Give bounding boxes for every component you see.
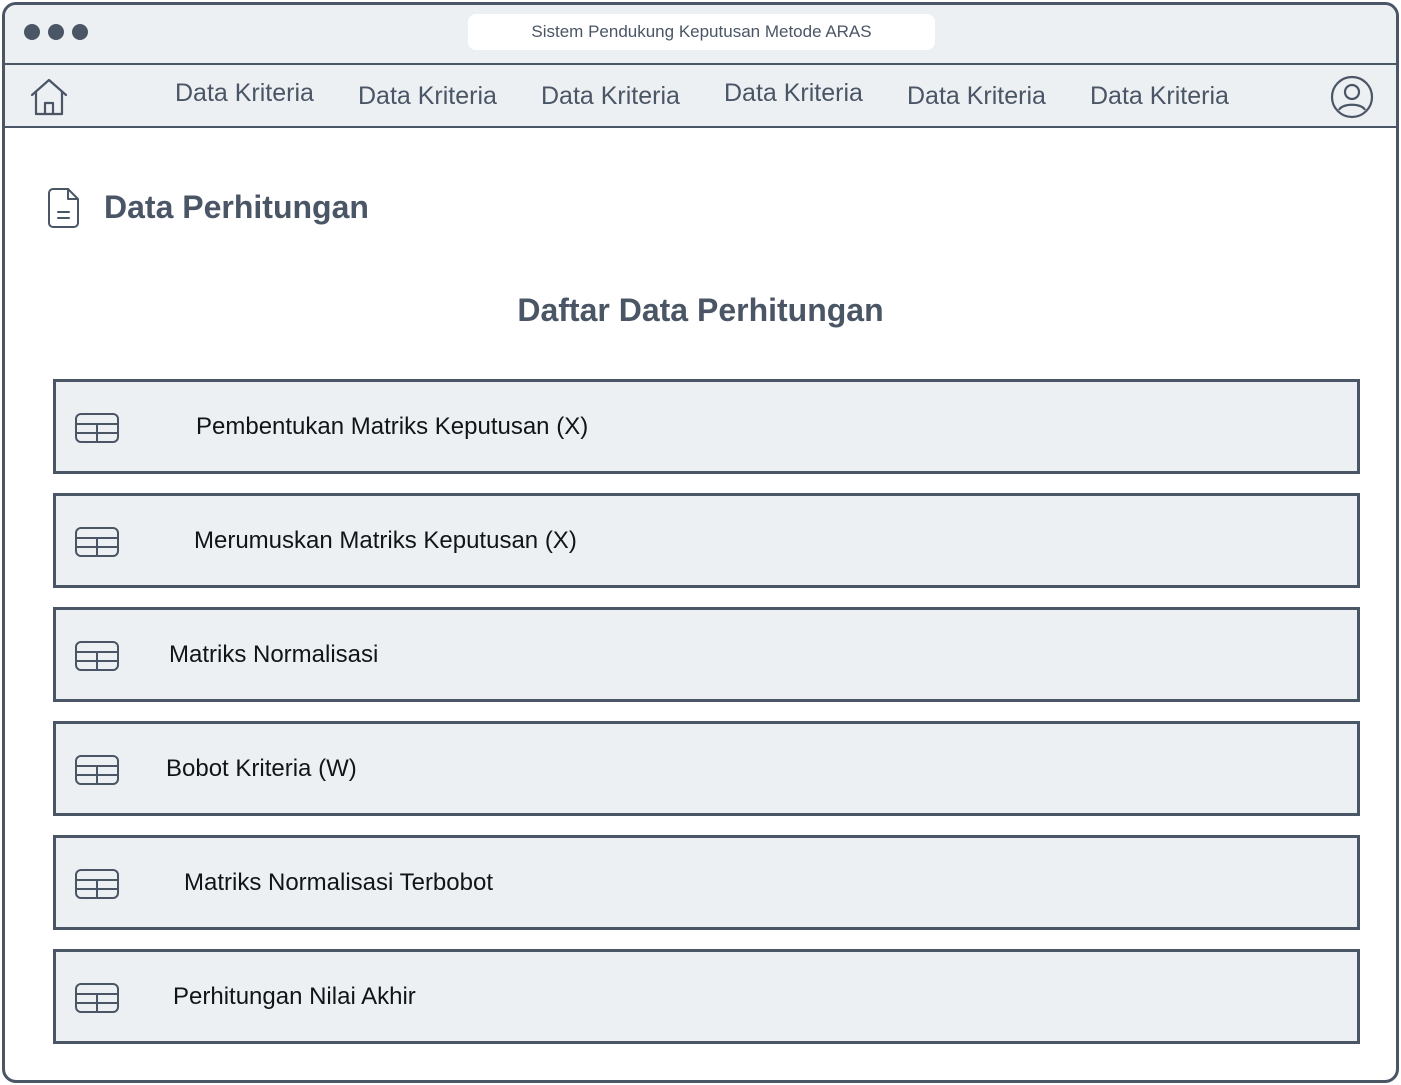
list-item-bobot-kriteria[interactable]: Bobot Kriteria (W) [53, 721, 1360, 816]
window-control-close[interactable] [24, 24, 40, 40]
nav-item-data-kriteria-5[interactable]: Data Kriteria [907, 65, 1046, 128]
table-icon [74, 868, 120, 900]
table-icon [74, 526, 120, 558]
nav-item-data-kriteria-6[interactable]: Data Kriteria [1090, 65, 1229, 128]
table-icon [74, 982, 120, 1014]
address-bar[interactable]: Sistem Pendukung Keputusan Metode ARAS [468, 14, 935, 50]
table-icon [74, 412, 120, 444]
nav-item-data-kriteria-1[interactable]: Data Kriteria [175, 62, 314, 125]
list-item-perhitungan-nilai-akhir[interactable]: Perhitungan Nilai Akhir [53, 949, 1360, 1044]
document-icon [47, 187, 81, 229]
list-item-matriks-normalisasi[interactable]: Matriks Normalisasi [53, 607, 1360, 702]
list-item-label: Perhitungan Nilai Akhir [173, 983, 416, 1010]
list-item-label: Matriks Normalisasi [169, 641, 379, 668]
window-control-minimize[interactable] [48, 24, 64, 40]
window-control-maximize[interactable] [72, 24, 88, 40]
calculation-list: Pembentukan Matriks Keputusan (X) Merumu… [53, 379, 1360, 1063]
user-circle-icon[interactable] [1330, 75, 1374, 119]
table-icon [74, 640, 120, 672]
title-bar: Sistem Pendukung Keputusan Metode ARAS [5, 5, 1396, 65]
top-navbar: Data Kriteria Data Kriteria Data Kriteri… [5, 65, 1396, 128]
nav-item-data-kriteria-2[interactable]: Data Kriteria [358, 65, 497, 128]
list-item-label: Pembentukan Matriks Keputusan (X) [196, 413, 589, 440]
nav-item-data-kriteria-3[interactable]: Data Kriteria [541, 65, 680, 128]
table-icon [74, 754, 120, 786]
app-window: Sistem Pendukung Keputusan Metode ARAS D… [2, 2, 1399, 1083]
list-item-matriks-normalisasi-terbobot[interactable]: Matriks Normalisasi Terbobot [53, 835, 1360, 930]
list-item-pembentukan-matriks[interactable]: Pembentukan Matriks Keputusan (X) [53, 379, 1360, 474]
list-item-label: Bobot Kriteria (W) [166, 755, 357, 782]
nav-item-data-kriteria-4[interactable]: Data Kriteria [724, 62, 863, 125]
list-item-label: Matriks Normalisasi Terbobot [184, 869, 493, 896]
page-title: Data Perhitungan [104, 189, 369, 225]
home-icon[interactable] [27, 75, 71, 119]
section-title: Daftar Data Perhitungan [517, 292, 884, 328]
list-item-merumuskan-matriks[interactable]: Merumuskan Matriks Keputusan (X) [53, 493, 1360, 588]
list-item-label: Merumuskan Matriks Keputusan (X) [194, 527, 577, 554]
